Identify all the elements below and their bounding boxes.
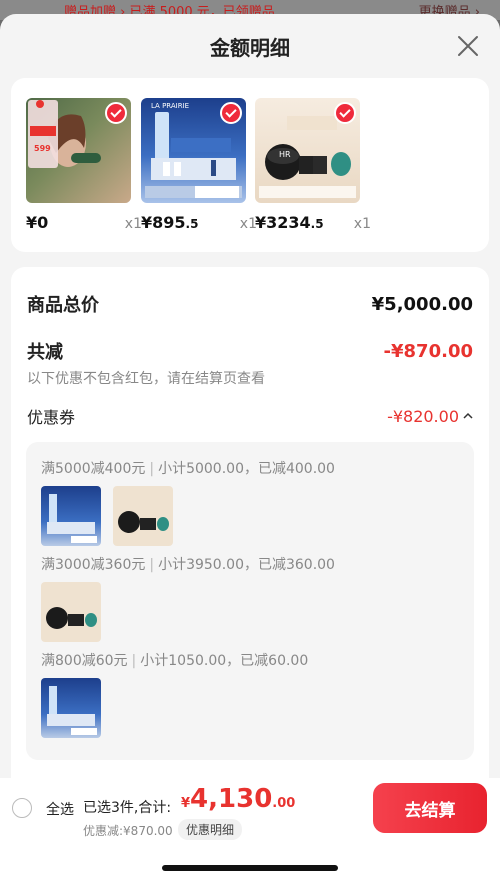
product-image: HR <box>255 98 360 203</box>
discount-detail-button[interactable]: 优惠明细 <box>178 819 243 840</box>
tier-product-thumb <box>41 486 101 546</box>
product-badge: 599 <box>34 144 51 153</box>
coupon-tier-text: 满3000减360元 | 小计3950.00，已减360.00 <box>41 557 335 573</box>
chevron-up-icon[interactable] <box>463 409 473 423</box>
tier-detail: 小计3950.00，已减360.00 <box>158 557 335 573</box>
coupon-value-wrap: -¥820.00 <box>387 407 473 426</box>
amount-detail-sheet: 金额明细 599 ¥0 x1 LA PRAIRIE ¥895.5 x1 HR ¥… <box>0 14 500 882</box>
coupon-tier-text: 满800减60元 | 小计1050.00，已减60.00 <box>41 653 309 669</box>
product-price-row: ¥895.5 x1 <box>141 213 257 233</box>
product-price: ¥0 <box>26 213 49 232</box>
product-image: LA PRAIRIE <box>141 98 246 203</box>
close-icon[interactable] <box>456 34 480 58</box>
coupon-tier-list: 满5000减400元 | 小计5000.00，已减400.00 满3000减360元… <box>26 442 474 760</box>
product-brand: HR <box>279 150 291 159</box>
discount-label: 共减 <box>27 342 63 363</box>
saved-amount: 优惠减:¥870.00 <box>83 824 173 838</box>
discount-note: 以下优惠不包含红包，请在结算页查看 <box>27 371 265 387</box>
product-image: 599 <box>26 98 131 203</box>
product-card[interactable]: LA PRAIRIE <box>141 98 246 203</box>
product-price: ¥895.5 <box>141 213 199 232</box>
selected-check-icon[interactable] <box>220 102 242 124</box>
tier-product-thumb <box>41 678 101 738</box>
sheet-title: 金额明细 <box>210 36 290 60</box>
tier-rule: 满800减60元 <box>41 653 128 669</box>
product-card[interactable]: 599 <box>26 98 131 203</box>
discount-value: -¥870.00 <box>383 340 473 362</box>
tier-product-thumb <box>41 582 101 642</box>
product-qty: x1 <box>124 216 142 232</box>
product-price: ¥3234.5 <box>255 213 324 232</box>
tier-detail: 小计1050.00，已减60.00 <box>140 653 309 669</box>
selected-check-icon[interactable] <box>105 102 127 124</box>
selected-count-text: 已选3件,合计: <box>83 800 172 816</box>
selected-check-icon[interactable] <box>334 102 356 124</box>
tier-detail: 小计5000.00，已减400.00 <box>158 461 335 477</box>
tier-rule: 满3000减360元 <box>41 557 146 573</box>
product-price-row: ¥3234.5 x1 <box>255 213 371 233</box>
coupon-label: 优惠券 <box>27 408 76 427</box>
tier-product-thumb <box>113 486 173 546</box>
product-brand: LA PRAIRIE <box>151 102 190 110</box>
product-price-row: ¥0 x1 <box>26 213 142 233</box>
amount-detail-card: 商品总价 ¥5,000.00 共减 -¥870.00 以下优惠不包含红包，请在结… <box>11 267 489 827</box>
total-amount: ¥4,130.00 <box>181 784 296 814</box>
goods-total-label: 商品总价 <box>27 295 99 316</box>
product-card[interactable]: HR <box>255 98 360 203</box>
goods-total-row: 商品总价 ¥5,000.00 <box>27 291 473 317</box>
home-indicator[interactable] <box>162 865 338 871</box>
select-all-label[interactable]: 全选 <box>46 799 74 819</box>
product-qty: x1 <box>353 216 371 232</box>
coupon-value: -¥820.00 <box>387 406 459 426</box>
goods-total-value: ¥5,000.00 <box>371 293 473 315</box>
coupon-row[interactable]: 优惠券 -¥820.00 <box>27 404 473 428</box>
select-all-radio[interactable] <box>12 798 32 818</box>
tier-rule: 满5000减400元 <box>41 461 146 477</box>
checkout-button[interactable]: 去结算 <box>373 783 487 833</box>
discount-row: 共减 -¥870.00 <box>27 338 473 364</box>
product-strip: 599 ¥0 x1 LA PRAIRIE ¥895.5 x1 HR ¥3234.… <box>11 78 489 252</box>
coupon-tier-text: 满5000减400元 | 小计5000.00，已减400.00 <box>41 461 335 477</box>
